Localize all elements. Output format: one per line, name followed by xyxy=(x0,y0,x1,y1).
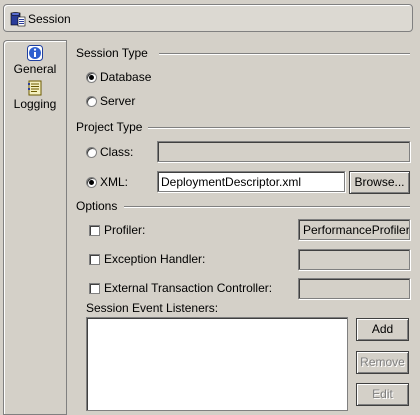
session-icon xyxy=(10,12,26,27)
exception-handler-checkbox[interactable] xyxy=(89,254,100,265)
options-divider xyxy=(124,206,410,208)
remove-button[interactable]: Remove xyxy=(356,351,409,374)
profiler-label[interactable]: Profiler: xyxy=(104,223,145,237)
session-type-heading: Session Type xyxy=(76,46,148,60)
info-icon xyxy=(27,45,43,61)
external-transaction-controller-label[interactable]: External Transaction Controller: xyxy=(104,281,272,295)
tab-divider xyxy=(66,40,67,415)
session-header: Session xyxy=(3,4,413,32)
server-radio[interactable] xyxy=(86,96,97,107)
xml-radio[interactable] xyxy=(86,177,97,188)
tab-general-label: General xyxy=(13,62,57,76)
exception-handler-field[interactable] xyxy=(298,249,410,270)
tab-general[interactable]: General xyxy=(4,45,66,76)
session-event-listeners-label: Session Event Listeners: xyxy=(86,301,219,315)
edit-button[interactable]: Edit xyxy=(356,383,409,406)
external-transaction-controller-checkbox[interactable] xyxy=(89,283,100,294)
database-label[interactable]: Database xyxy=(100,70,151,84)
profiler-checkbox[interactable] xyxy=(89,225,100,236)
exception-handler-label[interactable]: Exception Handler: xyxy=(104,252,205,266)
session-event-listeners-list[interactable] xyxy=(86,317,348,411)
class-label[interactable]: Class: xyxy=(100,145,133,159)
browse-button[interactable]: Browse... xyxy=(349,171,410,194)
session-type-divider xyxy=(159,53,410,55)
profiler-field[interactable]: PerformanceProfiler xyxy=(298,219,410,240)
xml-label[interactable]: XML: xyxy=(100,175,128,189)
server-label[interactable]: Server xyxy=(100,94,135,108)
tab-logging[interactable]: Logging xyxy=(4,80,66,111)
project-type-divider xyxy=(148,127,410,129)
project-type-heading: Project Type xyxy=(76,120,143,134)
add-button[interactable]: Add xyxy=(356,318,409,341)
external-transaction-controller-field[interactable] xyxy=(298,278,410,299)
class-field[interactable] xyxy=(157,141,410,162)
options-heading: Options xyxy=(76,199,118,213)
database-radio[interactable] xyxy=(86,72,97,83)
logging-icon xyxy=(28,80,42,96)
tab-panel: General Logging xyxy=(3,40,66,415)
xml-field[interactable]: DeploymentDescriptor.xml xyxy=(157,171,345,192)
session-title: Session xyxy=(28,12,71,26)
tab-logging-label: Logging xyxy=(13,97,57,111)
class-radio[interactable] xyxy=(86,147,97,158)
